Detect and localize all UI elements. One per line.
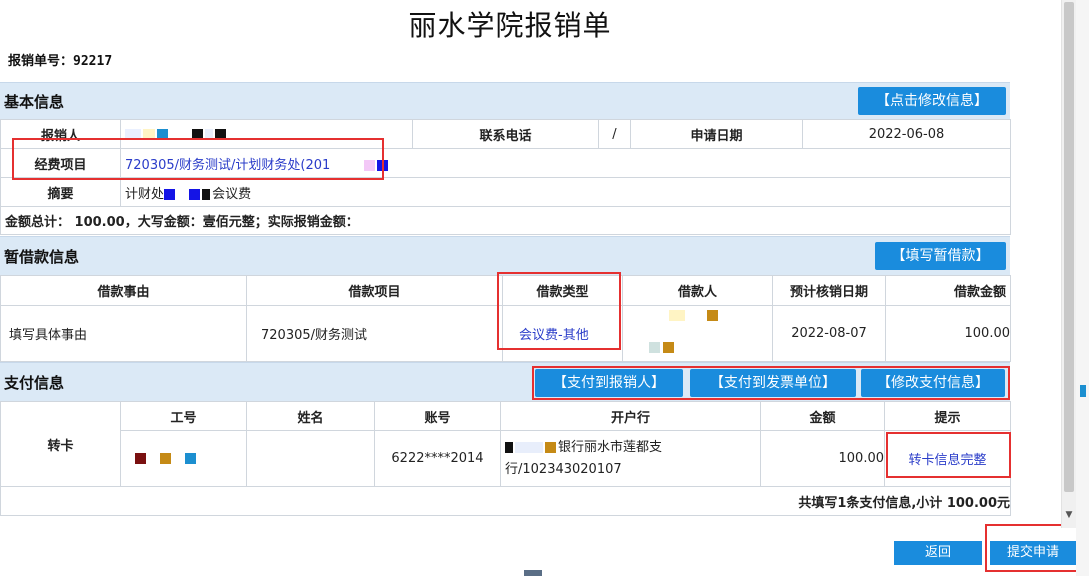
scroll-down-icon[interactable]: ▼ <box>1064 510 1074 520</box>
summary-text-a: 计财处 <box>125 186 165 202</box>
fill-loan-button[interactable]: 【填写暂借款】 <box>875 242 1006 270</box>
apply-date-value: 2022-06-08 <box>802 119 1011 149</box>
pay-header-hint: 提示 <box>884 401 1011 431</box>
loan-type-link[interactable]: 会议费-其他 <box>519 328 589 343</box>
vertical-scrollbar[interactable]: ▼ <box>1061 0 1076 528</box>
pay-to-reimburser-button[interactable]: 【支付到报销人】 <box>535 369 683 397</box>
side-marker <box>1080 385 1086 397</box>
loan-header-project: 借款项目 <box>246 275 503 306</box>
summary-cell: 计财处 会议费 <box>120 177 1011 207</box>
edit-info-button[interactable]: 【点击修改信息】 <box>858 87 1006 115</box>
form-number-value: 92217 <box>73 54 113 69</box>
loan-borrower <box>622 305 773 362</box>
project-link[interactable]: 720305/财务测试/计划财务处(201 <box>125 158 330 173</box>
summary-label: 摘要 <box>0 177 121 207</box>
back-button[interactable]: 返回 <box>894 541 982 565</box>
edit-payment-button[interactable]: 【修改支付信息】 <box>861 369 1005 397</box>
loan-header-borrower: 借款人 <box>622 275 773 306</box>
pay-bank-line1: 银行丽水市莲都支 <box>558 439 663 455</box>
loan-project: 720305/财务测试 <box>246 305 503 362</box>
project-cell: 720305/财务测试/计划财务处(201 <box>120 148 1011 178</box>
loan-header-date: 预计核销日期 <box>772 275 886 306</box>
bottom-marker <box>524 570 542 576</box>
basic-info-header: 基本信息 【点击修改信息】 <box>0 82 1010 120</box>
loan-date: 2022-08-07 <box>772 305 886 362</box>
project-label: 经费项目 <box>0 148 121 178</box>
payment-table: 转卡 工号 姓名 账号 开户行 金额 提示 6222****2014 银行丽水市… <box>0 401 1011 516</box>
loan-info-header: 暂借款信息 【填写暂借款】 <box>0 236 1010 276</box>
summary-text-b: 会议费 <box>212 186 252 202</box>
pay-bank: 银行丽水市莲都支 行/102343020107 <box>500 430 761 487</box>
pay-amount: 100.00 <box>760 430 885 487</box>
basic-info-title: 基本信息 <box>4 93 65 111</box>
pay-name <box>246 430 375 487</box>
pay-hint-link[interactable]: 转卡信息完整 <box>908 453 986 468</box>
loan-header-amount: 借款金额 <box>885 275 1011 306</box>
pay-header-account: 账号 <box>374 401 501 431</box>
loan-reason: 填写具体事由 <box>0 305 247 362</box>
loan-amount: 100.00 <box>885 305 1011 362</box>
loan-header-type: 借款类型 <box>502 275 623 306</box>
reimburser-value <box>120 119 413 149</box>
apply-date-label: 申请日期 <box>630 119 803 149</box>
pay-header-name: 姓名 <box>246 401 375 431</box>
payment-summary: 共填写1条支付信息,小计 100.00元 <box>0 486 1011 516</box>
phone-value: / <box>598 119 631 149</box>
payment-method: 转卡 <box>0 401 121 487</box>
loan-header-reason: 借款事由 <box>0 275 247 306</box>
form-number: 报销单号：92217 <box>8 50 112 69</box>
submit-button[interactable]: 提交申请 <box>990 541 1076 565</box>
loan-type-cell: 会议费-其他 <box>502 305 623 362</box>
loan-info-title: 暂借款信息 <box>4 248 80 266</box>
pay-account: 6222****2014 <box>374 430 501 487</box>
pay-header-bank: 开户行 <box>500 401 761 431</box>
payment-info-header: 支付信息 【支付到报销人】 【支付到发票单位】 【修改支付信息】 <box>0 362 1010 402</box>
total-amount-line: 金额总计： 100.00，大写金额：壹佰元整；实际报销金额： <box>0 206 1011 235</box>
pay-header-amount: 金额 <box>760 401 885 431</box>
reimburser-label: 报销人 <box>0 119 121 149</box>
form-number-label: 报销单号： <box>8 54 74 69</box>
phone-label: 联系电话 <box>412 119 599 149</box>
loan-table: 借款事由 借款项目 借款类型 借款人 预计核销日期 借款金额 填写具体事由 72… <box>0 275 1011 362</box>
pay-bank-line2: 行/102343020107 <box>505 461 622 477</box>
page-title: 丽水学院报销单 <box>408 9 612 42</box>
pay-hint-cell: 转卡信息完整 <box>884 430 1011 487</box>
payment-info-title: 支付信息 <box>4 374 65 392</box>
scroll-thumb[interactable] <box>1064 2 1074 492</box>
basic-info-table: 报销人 联系电话 / 申请日期 2022-06-08 经费项目 720305/财… <box>0 119 1011 235</box>
pay-to-invoice-unit-button[interactable]: 【支付到发票单位】 <box>690 369 856 397</box>
pay-staff-id <box>120 430 247 487</box>
pay-header-id: 工号 <box>120 401 247 431</box>
side-strip <box>1076 0 1089 576</box>
